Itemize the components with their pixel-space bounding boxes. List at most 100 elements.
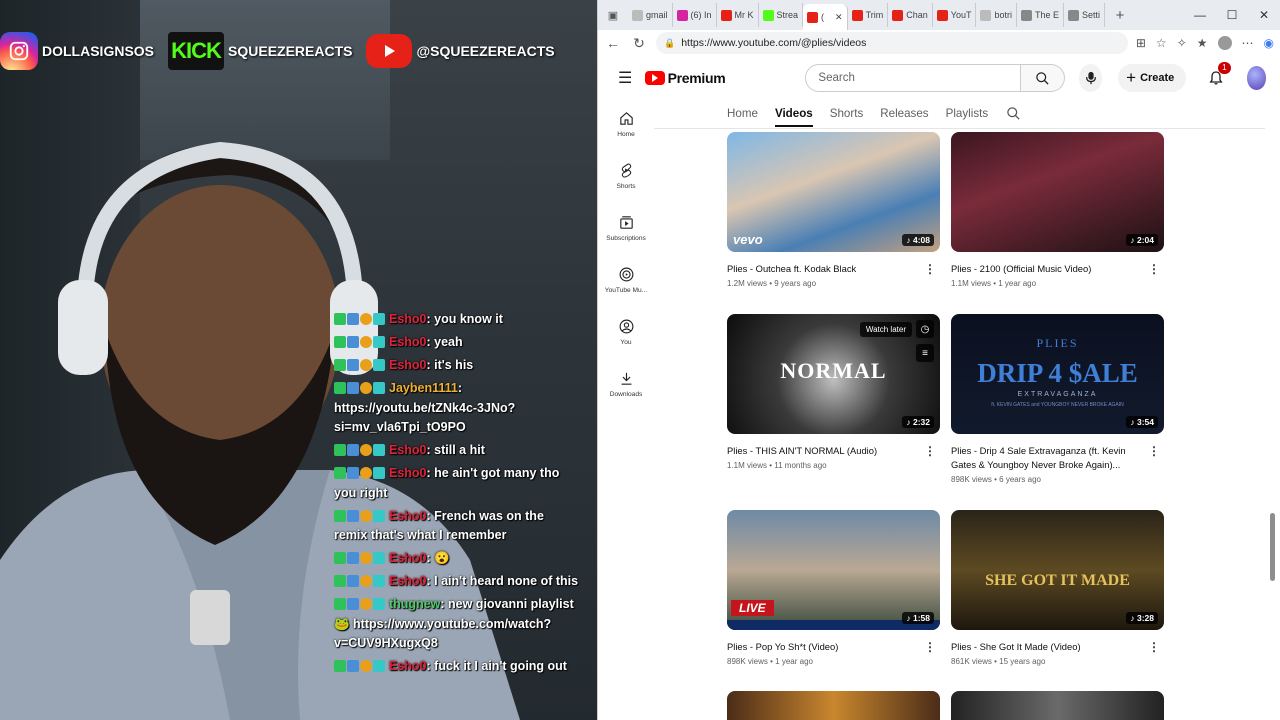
video-title[interactable]: Plies - Pop Yo Sh*t (Video) [727, 640, 922, 654]
chat-message: Esho0: fuck it I ain't going out [334, 657, 579, 677]
sidebar-item-music[interactable]: YouTube Mu... [598, 254, 654, 306]
voice-search-button[interactable] [1079, 64, 1103, 92]
chat-message: thugnew: new giovanni playlist 🐸 https:/… [334, 595, 579, 654]
sidebar-item-subscriptions[interactable]: Subscriptions [598, 202, 654, 254]
browser-tab[interactable]: Chan [888, 3, 933, 27]
search-bar: Search [805, 64, 1066, 92]
chat-username: Esho0 [389, 508, 427, 523]
video-thumbnail[interactable]: SHE GOT IT MADE ♪ 3:28 [951, 510, 1164, 630]
maximize-icon[interactable]: ☐ [1216, 0, 1248, 30]
video-card[interactable]: ♪ 2:04 Plies - 2100 (Official Music Video… [951, 132, 1164, 288]
video-thumbnail[interactable]: LIVE ♪ 1:58 [727, 510, 940, 630]
menu-icon[interactable]: ☰ [618, 68, 633, 88]
video-options-icon[interactable]: ⋮ [924, 444, 936, 458]
webcam-feed: DOLLASIGNSOS KICK SQUEEZEREACTS @SQUEEZE… [0, 0, 597, 720]
favorite-star-icon[interactable]: ☆ [1156, 36, 1167, 50]
chat-username: Esho0 [389, 443, 427, 458]
search-input[interactable]: Search [805, 64, 1022, 92]
tab-favicon-icon [807, 11, 819, 23]
channel-tab-playlists[interactable]: Playlists [946, 107, 989, 120]
chat-badges-icon [334, 467, 386, 480]
minimize-icon[interactable]: — [1184, 0, 1216, 30]
download-icon [621, 372, 631, 385]
video-card[interactable]: LIVE ♪ 1:58 Plies - Pop Yo Sh*t (Video) 898… [727, 510, 940, 666]
channel-tab-home[interactable]: Home [727, 107, 758, 120]
extensions-icon[interactable]: ✧ [1177, 36, 1187, 50]
tab-favicon-icon [892, 9, 904, 21]
video-title[interactable]: Plies - 2100 (Official Music Video) [951, 262, 1146, 276]
browser-tab[interactable]: YouT [933, 3, 977, 27]
youtube-header: ☰ Premium Search + Create 1 [598, 58, 1266, 98]
video-card[interactable]: NORMAL Watch later ◷ ≡ ♪ 2:32 Plies - THIS AI… [727, 314, 940, 470]
add-to-queue-icon[interactable]: ≡ [916, 344, 934, 362]
address-bar[interactable]: 🔒 https://www.youtube.com/@plies/videos [656, 32, 1128, 54]
browser-tab[interactable]: The E [1017, 3, 1064, 27]
video-options-icon[interactable]: ⋮ [1148, 640, 1160, 654]
sidebar-item-you[interactable]: You [598, 306, 654, 358]
chat-username: Esho0 [389, 334, 427, 349]
favorites-icon[interactable]: ★ [1197, 36, 1208, 50]
sidebar-item-shorts[interactable]: Shorts [598, 150, 654, 202]
tab-favicon-icon [762, 9, 774, 21]
browser-tab[interactable]: Mr K [717, 3, 759, 27]
video-thumbnail-partial[interactable] [727, 691, 940, 720]
scrollbar-thumb[interactable] [1270, 513, 1275, 581]
browser-tab[interactable]: gmail [628, 3, 673, 27]
social-bar: DOLLASIGNSOS KICK SQUEEZEREACTS @SQUEEZE… [0, 30, 569, 72]
browser-tab[interactable]: Trim [848, 3, 889, 27]
video-thumbnail-partial[interactable] [951, 691, 1164, 720]
browser-window: ▣ gmail (6) In Mr K Strea(✕ Trim Chan YouT botr… [597, 0, 1280, 720]
tab-label: Trim [865, 10, 884, 20]
address-toolbar: ← ↻ 🔒 https://www.youtube.com/@plies/vid… [598, 30, 1280, 56]
thumbnail-art-top: PLIES [1036, 336, 1079, 350]
watch-later-button[interactable]: Watch later ◷ [859, 320, 934, 338]
video-title[interactable]: Plies - Drip 4 Sale Extravaganza (ft. Ke… [951, 444, 1146, 472]
video-card[interactable]: vevo ♪ 4:08 Plies - Outchea ft. Kodak Blac… [727, 132, 940, 288]
account-avatar[interactable] [1246, 66, 1266, 90]
video-options-icon[interactable]: ⋮ [924, 262, 936, 276]
chat-text: : you know it [426, 312, 503, 326]
sidebar-item-home[interactable]: Home [598, 98, 654, 150]
channel-tab-videos[interactable]: Videos [774, 107, 813, 127]
sidebar-item-download[interactable]: Downloads [598, 358, 654, 410]
video-thumbnail[interactable]: vevo ♪ 4:08 [727, 132, 940, 252]
video-title[interactable]: Plies - She Got It Made (Video) [951, 640, 1146, 654]
browser-tab[interactable]: Strea [759, 3, 804, 27]
scrollbar[interactable] [1265, 128, 1280, 720]
new-tab-icon[interactable]: + [1105, 0, 1135, 30]
search-button[interactable] [1021, 64, 1066, 92]
close-tab-icon[interactable]: ✕ [835, 12, 843, 23]
back-icon[interactable]: ← [604, 35, 622, 51]
video-thumbnail[interactable]: PLIES DRIP 4 $ALE EXTRAVAGANZA ft. KEVIN GA… [951, 314, 1164, 434]
chat-username: Esho0 [389, 551, 427, 566]
apps-icon[interactable]: ⊞ [1136, 36, 1146, 50]
more-icon[interactable]: ⋯ [1242, 36, 1254, 50]
chat-badges-icon [334, 444, 386, 457]
browser-tab[interactable]: botri [976, 3, 1017, 27]
video-thumbnail[interactable]: ♪ 2:04 [951, 132, 1164, 252]
profile-icon[interactable] [1217, 36, 1232, 50]
close-window-icon[interactable]: ✕ [1248, 0, 1280, 30]
copilot-icon[interactable]: ◉ [1264, 36, 1274, 50]
browser-tab[interactable]: (6) In [673, 3, 717, 27]
video-card[interactable]: PLIES DRIP 4 $ALE EXTRAVAGANZA ft. KEVIN GA… [951, 314, 1164, 484]
video-card[interactable]: SHE GOT IT MADE ♪ 3:28 Plies - She Got It … [951, 510, 1164, 666]
channel-tab-releases[interactable]: Releases [880, 107, 928, 120]
video-options-icon[interactable]: ⋮ [924, 640, 936, 654]
channel-search-icon[interactable] [1006, 106, 1021, 121]
video-options-icon[interactable]: ⋮ [1148, 262, 1160, 276]
refresh-icon[interactable]: ↻ [630, 35, 648, 52]
notifications-button[interactable]: 1 [1208, 62, 1231, 88]
browser-tab[interactable]: Setti [1064, 3, 1106, 27]
youtube-premium-logo[interactable]: Premium [644, 70, 726, 86]
channel-tab-shorts[interactable]: Shorts [830, 107, 864, 120]
video-options-icon[interactable]: ⋮ [1148, 444, 1160, 458]
create-button[interactable]: + Create [1118, 64, 1187, 92]
tab-actions-icon[interactable]: ▣ [598, 0, 628, 30]
browser-tab[interactable]: (✕ [803, 4, 848, 30]
video-title[interactable]: Plies - THIS AIN'T NORMAL (Audio) [727, 444, 922, 458]
video-title[interactable]: Plies - Outchea ft. Kodak Black [727, 262, 922, 276]
site-info-icon[interactable]: 🔒 [664, 38, 675, 49]
audio-track-icon: ♪ [1130, 235, 1137, 245]
video-thumbnail[interactable]: NORMAL Watch later ◷ ≡ ♪ 2:32 [727, 314, 940, 434]
